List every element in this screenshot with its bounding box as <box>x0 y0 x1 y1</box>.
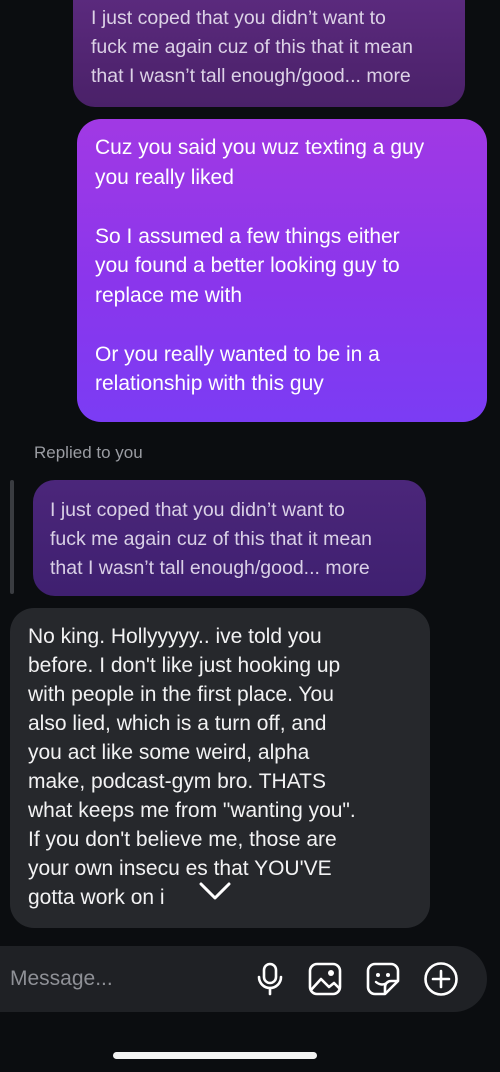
sticker-icon <box>366 962 400 996</box>
scroll-to-bottom-button[interactable] <box>196 876 234 906</box>
message-composer <box>0 946 487 1012</box>
home-indicator[interactable] <box>113 1052 317 1059</box>
image-icon <box>308 962 342 996</box>
microphone-button[interactable] <box>252 961 288 997</box>
sent-message-bubble[interactable]: Cuz you said you wuz texting a guy you r… <box>77 119 487 422</box>
message-input[interactable] <box>10 962 240 996</box>
microphone-icon <box>257 962 283 996</box>
replied-to-you-label: Replied to you <box>34 443 143 462</box>
add-icon <box>424 962 458 996</box>
quoted-message-bubble[interactable]: I just coped that you didn’t want to fuc… <box>73 0 465 107</box>
gallery-button[interactable] <box>307 961 343 997</box>
quoted-reply-bubble[interactable]: I just coped that you didn’t want to fuc… <box>33 480 426 596</box>
sticker-button[interactable] <box>365 961 401 997</box>
add-button[interactable] <box>423 961 459 997</box>
chevron-down-icon <box>199 882 231 900</box>
reply-indicator-bar <box>10 480 14 594</box>
